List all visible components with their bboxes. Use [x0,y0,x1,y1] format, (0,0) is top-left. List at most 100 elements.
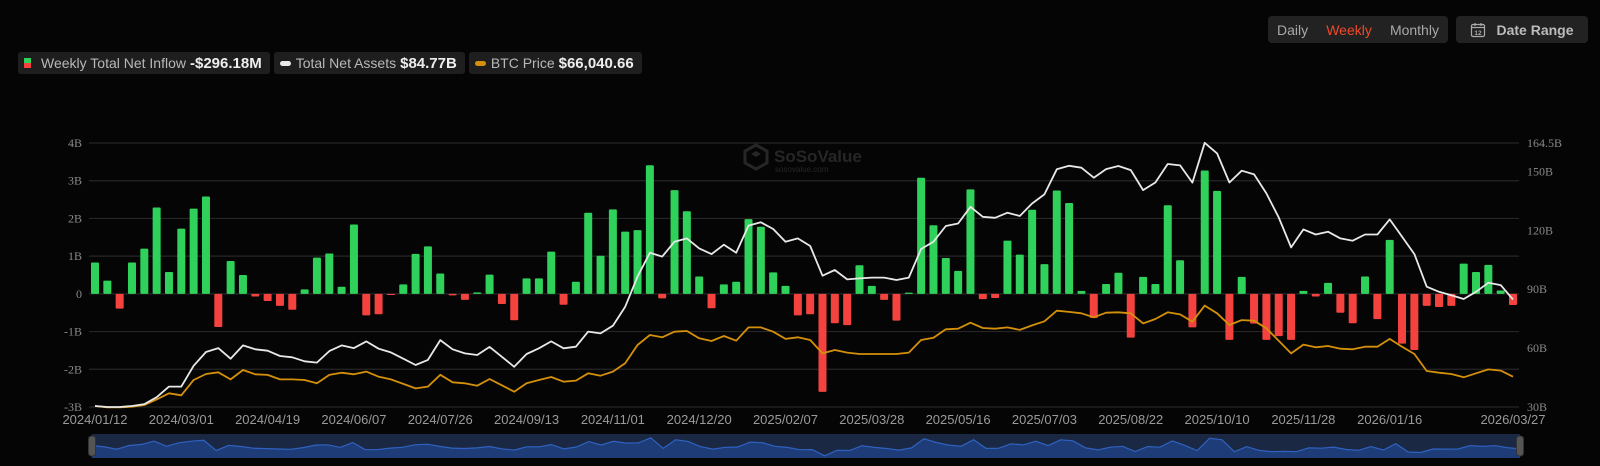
x-tick: 2025/07/03 [1012,412,1077,427]
inflow-bar [448,293,457,296]
inflow-bar [238,275,247,294]
inflow-bar [1077,290,1086,294]
inflow-bar [1324,282,1333,294]
inflow-bar [719,284,728,294]
x-tick: 2024/09/13 [494,412,559,427]
inflow-bar [1028,209,1037,294]
inflow-bar [978,293,987,300]
inflow-bar [1003,240,1012,294]
inflow-bar [534,278,543,294]
inflow-bar [201,196,210,294]
navigator-right-handle[interactable] [1516,435,1524,457]
y-right-tick: 150B [1527,164,1553,178]
inflow-bar [1114,272,1123,294]
inflow-bar [1373,293,1382,320]
inflow-bar [1250,293,1259,324]
inflow-bar [510,293,519,321]
btc-price-line [94,304,1514,409]
x-tick: 2025/02/07 [753,412,818,427]
inflow-bar [621,231,630,294]
inflow-bar [707,293,716,309]
inflow-bar [645,165,654,294]
x-tick: 2025/11/28 [1271,412,1335,427]
inflow-bar [473,292,482,294]
inflow-bar [152,207,161,294]
y-right-tick: 164.5B [1527,136,1562,150]
inflow-bar [312,257,321,294]
inflow-bar [325,253,334,294]
inflow-bar [177,228,186,294]
inflow-bar [411,253,420,294]
inflow-bar [991,293,1000,299]
y-left-tick: -2B [64,362,82,376]
inflow-bar [1311,293,1320,297]
inflow-bar [140,248,149,294]
x-tick: 2024/07/26 [408,412,473,427]
inflow-bar [399,284,408,294]
inflow-bar [1299,290,1308,294]
inflow-bar [880,293,889,300]
y-left-tick: 0 [76,287,82,301]
inflow-bar [1435,293,1444,308]
inflow-bar [1213,190,1222,294]
inflow-bar [189,208,198,294]
inflow-bar [954,270,963,294]
inflow-bar [806,293,815,315]
inflow-bar [1459,263,1468,294]
inflow-bar [769,272,778,294]
x-tick: 2026/03/27 [1480,412,1545,427]
chart: SoSoValue sosovalue.com 4B3B2B1B0-1B-2B-… [62,136,1562,458]
inflow-bar [917,177,926,294]
x-tick: 2024/06/07 [321,412,386,427]
inflow-bar [584,212,593,294]
watermark-brand: SoSoValue [774,147,862,166]
inflow-bar [867,285,876,294]
inflow-bar [386,293,395,296]
inflow-bar [843,293,852,326]
inflow-bar [1496,290,1505,294]
inflow-bar [1225,293,1234,340]
inflow-bar [818,293,827,392]
inflow-bar [1348,293,1357,324]
inflow-bar [966,189,975,294]
inflow-bar [904,292,913,294]
inflow-bar [1089,293,1098,318]
inflow-bar [830,293,839,324]
inflow-bar [214,293,223,328]
navigator-left-handle[interactable] [88,435,96,457]
y-right-tick: 90B [1527,282,1547,296]
inflow-bar [1287,293,1296,340]
inflow-bar [522,278,531,294]
watermark-site: sosovalue.com [775,165,829,174]
inflow-bar [547,251,556,294]
inflow-bar [497,293,506,305]
y-left-tick: 1B [68,249,82,263]
inflow-bar [263,293,272,302]
inflow-bar [892,293,901,321]
inflow-bar [115,293,124,309]
y-left-tick: 4B [68,136,82,150]
inflow-bar [781,285,790,294]
x-tick: 2025/10/10 [1185,412,1250,427]
inflow-bar [1484,264,1493,294]
inflow-bar [1151,284,1160,294]
x-tick: 2026/01/16 [1357,412,1422,427]
inflow-bar [941,258,950,294]
inflow-bar [423,246,432,294]
inflow-bar [596,255,605,294]
inflow-bar [362,293,371,316]
inflow-bar [608,209,617,294]
y-left-tick: 2B [68,211,82,225]
inflow-bar [756,226,765,294]
inflow-bar [374,293,383,315]
inflow-bar [436,273,445,294]
range-navigator[interactable] [88,434,1524,458]
inflow-bar [226,261,235,294]
inflow-bar [1102,284,1111,294]
inflow-bar [682,211,691,294]
y-left-tick: 3B [68,174,82,188]
inflow-bar [1139,276,1148,294]
inflow-bar [1361,276,1370,294]
inflow-bar [732,281,741,294]
inflow-bar [1336,293,1345,313]
